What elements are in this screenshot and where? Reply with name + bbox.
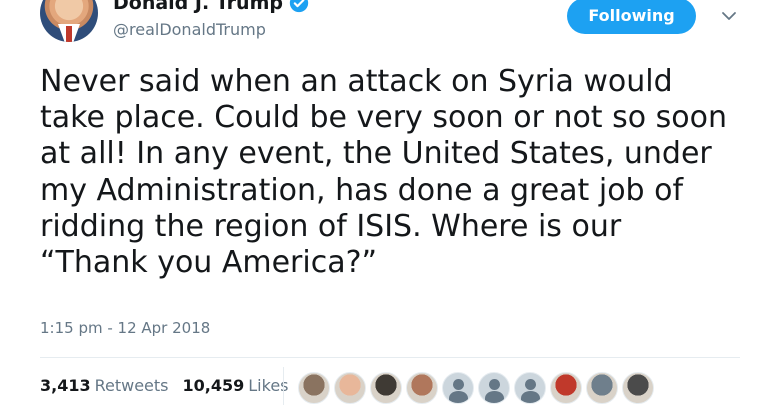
- display-name[interactable]: Donald J. Trump: [113, 0, 283, 14]
- liker-avatar[interactable]: [406, 372, 438, 404]
- author-name-row[interactable]: Donald J. Trump: [113, 0, 309, 14]
- stats-separator: [283, 367, 284, 405]
- chevron-down-icon[interactable]: [721, 8, 737, 24]
- liker-avatars: [298, 372, 654, 404]
- liker-avatar[interactable]: [622, 372, 654, 404]
- tweet-card: Donald J. Trump @realDonaldTrump Followi…: [0, 0, 783, 415]
- liker-avatar[interactable]: [334, 372, 366, 404]
- user-handle[interactable]: @realDonaldTrump: [113, 20, 266, 39]
- divider: [40, 357, 740, 358]
- retweets-stat[interactable]: 3,413 Retweets: [40, 376, 169, 395]
- liker-avatar[interactable]: [370, 372, 402, 404]
- tweet-stats: 3,413 Retweets 10,459 Likes: [40, 376, 289, 395]
- avatar-tie: [66, 26, 72, 42]
- avatar[interactable]: [40, 0, 98, 42]
- liker-avatar[interactable]: [298, 372, 330, 404]
- tweet-text: Never said when an attack on Syria would…: [40, 64, 727, 281]
- verified-badge-icon: [289, 0, 309, 13]
- retweet-label: Retweets: [94, 376, 169, 395]
- liker-avatar[interactable]: [442, 372, 474, 404]
- like-count: 10,459: [182, 376, 245, 395]
- retweet-count: 3,413: [40, 376, 91, 395]
- likes-stat[interactable]: 10,459 Likes: [183, 376, 289, 395]
- liker-avatar[interactable]: [586, 372, 618, 404]
- liker-avatar[interactable]: [550, 372, 582, 404]
- liker-avatar[interactable]: [514, 372, 546, 404]
- liker-avatar[interactable]: [478, 372, 510, 404]
- tweet-timestamp[interactable]: 1:15 pm - 12 Apr 2018: [40, 319, 210, 337]
- following-button[interactable]: Following: [567, 0, 696, 34]
